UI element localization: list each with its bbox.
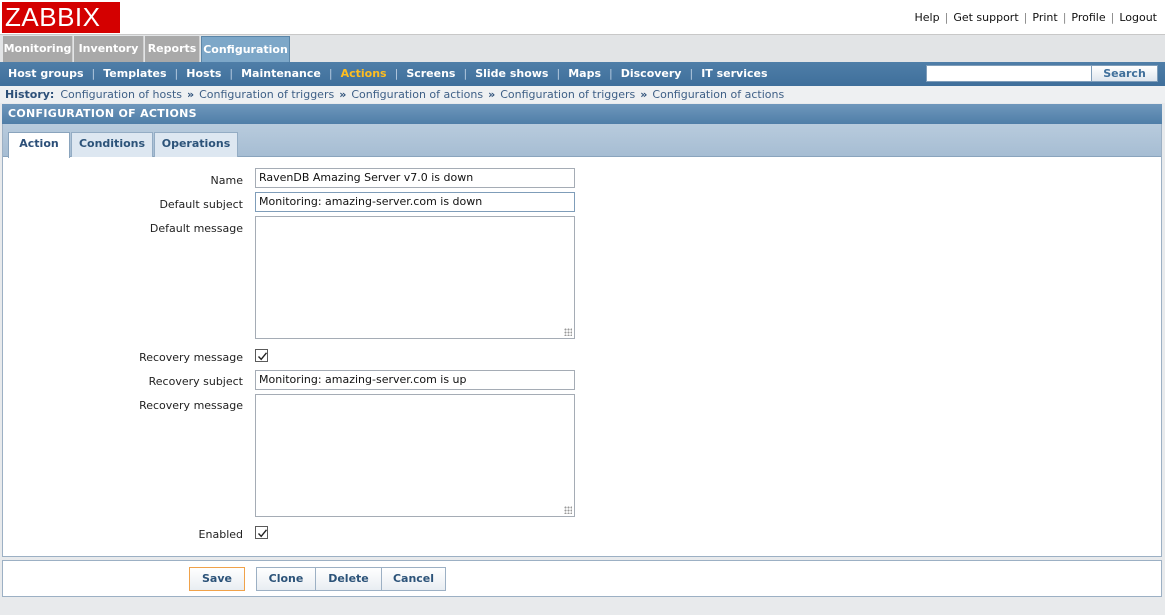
- separator: |: [91, 67, 96, 80]
- submenu-screens[interactable]: Screens: [406, 67, 455, 80]
- print-link[interactable]: Print: [1032, 11, 1057, 24]
- default-message-label: Default message: [149, 222, 243, 235]
- zabbix-logo[interactable]: ZABBIX: [2, 2, 120, 33]
- separator: |: [1023, 11, 1028, 24]
- page-title: CONFIGURATION OF ACTIONS: [2, 104, 1162, 124]
- form-tab-action[interactable]: Action: [8, 132, 70, 158]
- separator: |: [1062, 11, 1067, 24]
- logout-link[interactable]: Logout: [1119, 11, 1157, 24]
- history-separator: »: [488, 88, 496, 101]
- submenu-host-groups[interactable]: Host groups: [8, 67, 84, 80]
- enabled-checkbox[interactable]: [255, 526, 268, 539]
- history-breadcrumb: History: Configuration of hosts » Configura…: [0, 86, 1165, 103]
- submenu-maps[interactable]: Maps: [568, 67, 601, 80]
- default-message-textarea[interactable]: [255, 216, 575, 339]
- history-item[interactable]: Configuration of hosts: [60, 88, 182, 101]
- history-separator: »: [339, 88, 347, 101]
- separator: |: [328, 67, 333, 80]
- main-menu: Monitoring Inventory Reports Configurati…: [0, 34, 1165, 63]
- separator: |: [556, 67, 561, 80]
- sub-menu: Host groups | Templates | Hosts | Maintenance |…: [0, 62, 1165, 86]
- history-item[interactable]: Configuration of triggers: [500, 88, 635, 101]
- tab-reports[interactable]: Reports: [145, 36, 200, 63]
- resize-grip-icon[interactable]: [564, 506, 572, 514]
- resize-grip-icon[interactable]: [564, 328, 572, 336]
- separator: |: [1110, 11, 1115, 24]
- checkmark-icon: [257, 529, 268, 538]
- separator: |: [229, 67, 234, 80]
- history-item[interactable]: Configuration of triggers: [199, 88, 334, 101]
- recovery-subject-label: Recovery subject: [148, 375, 243, 388]
- cancel-button[interactable]: Cancel: [381, 567, 446, 591]
- submenu-hosts[interactable]: Hosts: [186, 67, 221, 80]
- separator: |: [944, 11, 949, 24]
- save-button[interactable]: Save: [189, 567, 245, 591]
- profile-link[interactable]: Profile: [1071, 11, 1105, 24]
- name-input[interactable]: RavenDB Amazing Server v7.0 is down: [255, 168, 575, 188]
- separator: |: [394, 67, 399, 80]
- submenu-slide-shows[interactable]: Slide shows: [475, 67, 548, 80]
- recovery-message-checkbox[interactable]: [255, 349, 268, 362]
- recovery-message-textarea[interactable]: [255, 394, 575, 517]
- history-label: History:: [5, 88, 55, 101]
- form-tab-conditions[interactable]: Conditions: [71, 132, 153, 157]
- separator: |: [174, 67, 179, 80]
- history-separator: »: [187, 88, 195, 101]
- submenu-actions[interactable]: Actions: [341, 67, 387, 80]
- recovery-message-checkbox-label: Recovery message: [139, 351, 243, 364]
- tab-inventory[interactable]: Inventory: [74, 36, 144, 63]
- form-footer: Save Clone Delete Cancel: [2, 560, 1162, 597]
- get-support-link[interactable]: Get support: [953, 11, 1018, 24]
- separator: |: [463, 67, 468, 80]
- checkmark-icon: [257, 352, 268, 361]
- recovery-message-label: Recovery message: [139, 399, 243, 412]
- submenu-it-services[interactable]: IT services: [701, 67, 767, 80]
- separator: |: [689, 67, 694, 80]
- enabled-label: Enabled: [198, 528, 243, 541]
- search-input[interactable]: [926, 65, 1092, 82]
- help-link[interactable]: Help: [915, 11, 940, 24]
- submenu-discovery[interactable]: Discovery: [621, 67, 682, 80]
- recovery-subject-input[interactable]: Monitoring: amazing-server.com is up: [255, 370, 575, 390]
- name-label: Name: [210, 174, 243, 187]
- clone-button[interactable]: Clone: [256, 567, 316, 591]
- search-button[interactable]: Search: [1091, 65, 1158, 82]
- submenu-templates[interactable]: Templates: [103, 67, 166, 80]
- default-subject-input[interactable]: Monitoring: amazing-server.com is down: [255, 192, 575, 212]
- form-tab-strip: Action Conditions Operations: [3, 124, 1161, 158]
- history-item[interactable]: Configuration of actions: [652, 88, 784, 101]
- tab-configuration[interactable]: Configuration: [201, 36, 290, 63]
- default-subject-label: Default subject: [159, 198, 243, 211]
- action-form-panel: Action Conditions Operations Name RavenD…: [2, 124, 1162, 557]
- history-item[interactable]: Configuration of actions: [351, 88, 483, 101]
- submenu-maintenance[interactable]: Maintenance: [241, 67, 321, 80]
- top-links: Help | Get support | Print | Profile | Logout: [915, 11, 1157, 24]
- form-tab-operations[interactable]: Operations: [154, 132, 238, 157]
- tab-monitoring[interactable]: Monitoring: [3, 36, 73, 63]
- history-separator: »: [640, 88, 648, 101]
- separator: |: [609, 67, 613, 80]
- top-bar: ZABBIX Help | Get support | Print | Profile | Lo…: [0, 0, 1165, 34]
- delete-button[interactable]: Delete: [315, 567, 382, 591]
